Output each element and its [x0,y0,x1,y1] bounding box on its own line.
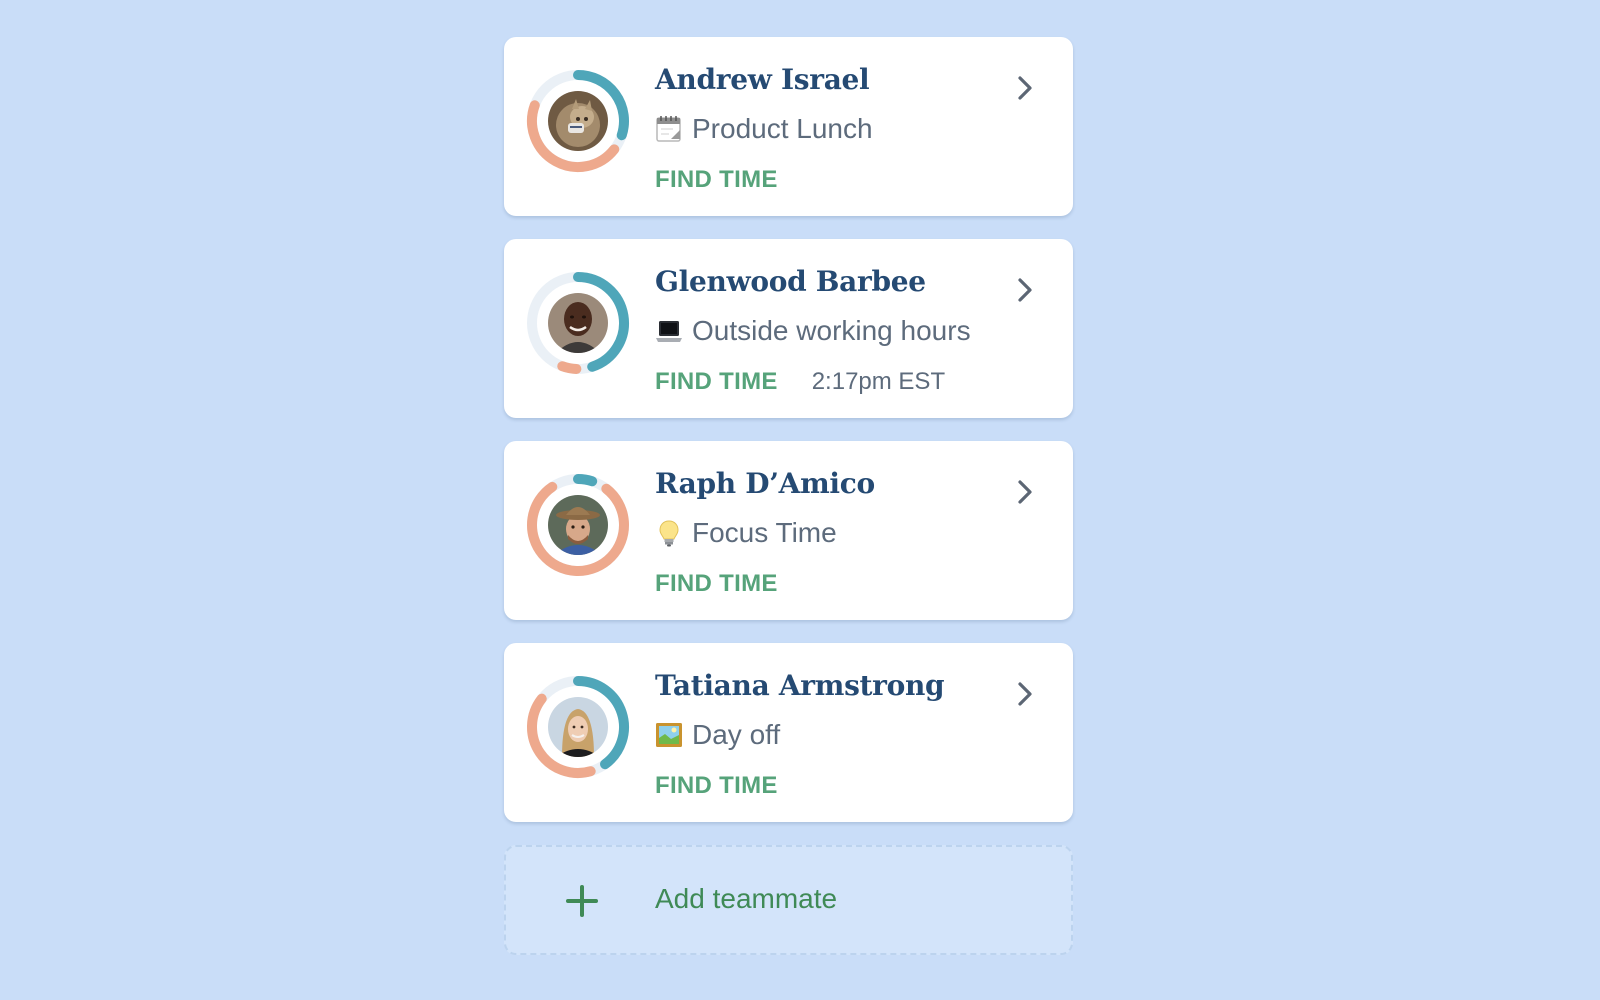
actions-row: FIND TIME 2:17pm EST [655,368,945,396]
picture-icon [656,723,682,747]
actions-row: FIND TIME [655,166,778,194]
teammate-name: Tatiana Armstrong [655,669,945,702]
chevron-right-icon[interactable] [1014,75,1036,101]
teammate-card-andrew-israel[interactable]: Andrew Israel Product Lunch FIND TIME [504,37,1073,216]
add-teammate-button[interactable]: Add teammate [504,845,1073,955]
teammate-card-raph-damico[interactable]: Raph D’Amico Focus Time FIND TIME [504,441,1073,620]
status-text: Outside working hours [692,315,971,346]
ring-salmon-arc [557,361,582,374]
teammate-name: Andrew Israel [655,63,870,96]
find-time-button[interactable]: FIND TIME [655,570,778,598]
find-time-button[interactable]: FIND TIME [655,166,778,194]
status-text: Product Lunch [692,113,873,144]
calendar-icon [656,116,681,142]
status-row: Outside working hours [655,315,971,347]
chevron-right-icon[interactable] [1014,681,1036,707]
find-time-button[interactable]: FIND TIME [655,368,778,396]
avatar [548,293,608,353]
laptop-icon [656,321,682,342]
ring-teal-arc [573,474,598,487]
teammate-name: Raph D’Amico [655,467,875,500]
actions-row: FIND TIME [655,772,778,800]
status-row: Product Lunch [655,113,873,145]
chevron-right-icon[interactable] [1014,479,1036,505]
avatar [548,495,608,555]
teammate-card-tatiana-armstrong[interactable]: Tatiana Armstrong Day off FIND TIME [504,643,1073,822]
avatar [548,91,608,151]
actions-row: FIND TIME [655,570,778,598]
find-time-button[interactable]: FIND TIME [655,772,778,800]
teammate-name: Glenwood Barbee [655,265,926,298]
teammate-card-glenwood-barbee[interactable]: Glenwood Barbee Outside working hours FI… [504,239,1073,418]
add-teammate-label: Add teammate [655,883,838,914]
lightbulb-icon [659,520,679,547]
status-text: Day off [692,719,781,750]
chevron-right-icon[interactable] [1014,277,1036,303]
status-row: Focus Time [655,517,837,549]
status-row: Day off [655,719,780,751]
status-text: Focus Time [692,517,837,548]
teammate-list: Andrew Israel Product Lunch FIND TIME Gl… [504,37,1073,955]
avatar [548,697,608,757]
local-time: 2:17pm EST [811,368,946,395]
plus-icon [566,885,598,917]
